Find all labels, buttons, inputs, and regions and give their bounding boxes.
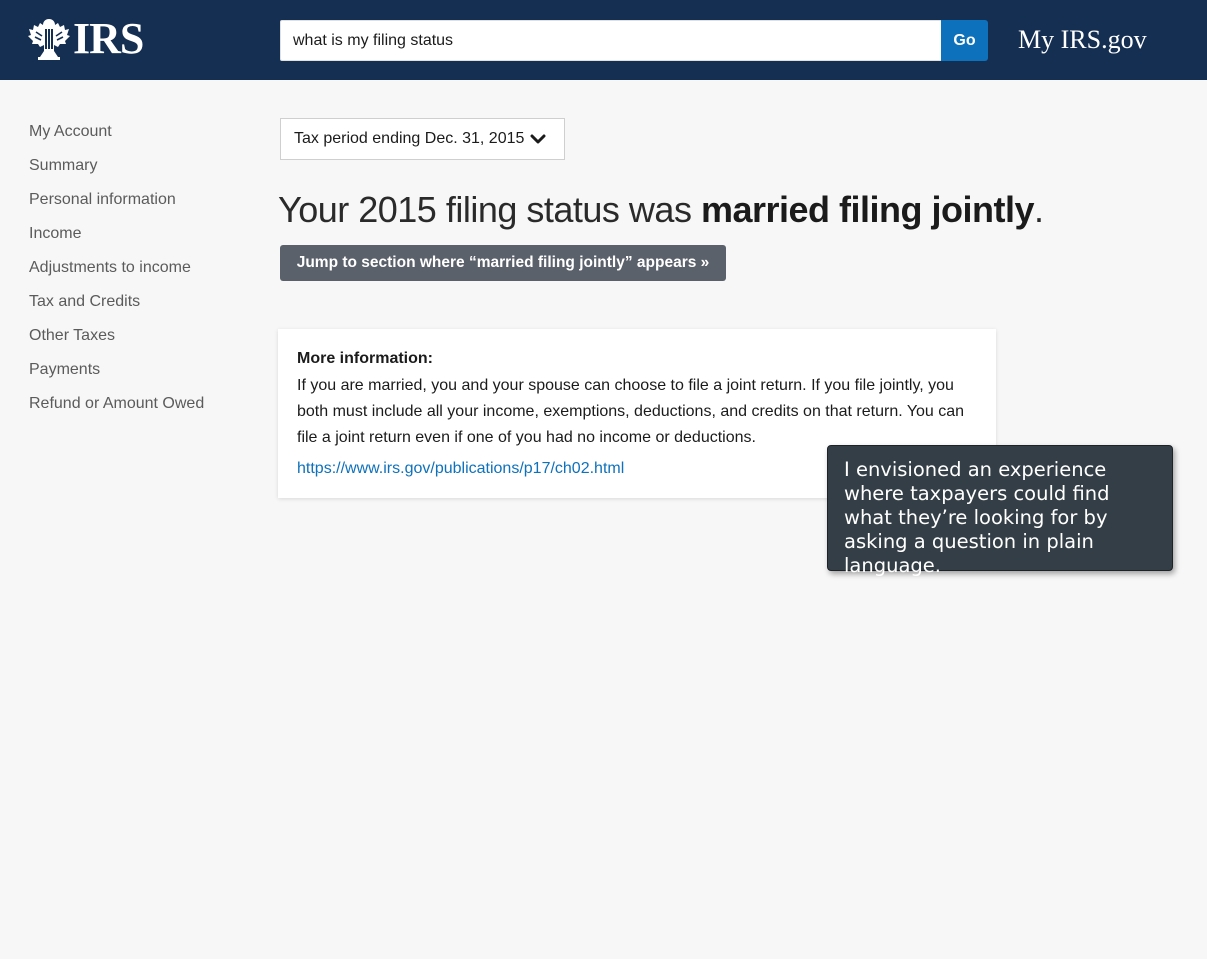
- info-body: If you are married, you and your spouse …: [297, 377, 965, 446]
- jump-to-section-button[interactable]: Jump to section where “married filing jo…: [280, 245, 726, 281]
- site-header: IRS Go My IRS.gov: [0, 0, 1207, 80]
- sidebar-item-summary[interactable]: Summary: [29, 154, 249, 188]
- headline-prefix: Your 2015 filing status was: [278, 189, 701, 230]
- sidebar-item-payments[interactable]: Payments: [29, 358, 249, 392]
- sidebar-item-personal-information[interactable]: Personal information: [29, 188, 249, 222]
- go-button[interactable]: Go: [941, 20, 988, 61]
- sidebar-item-my-account[interactable]: My Account: [29, 120, 249, 154]
- sidebar-item-other-taxes[interactable]: Other Taxes: [29, 324, 249, 358]
- sidebar-item-income[interactable]: Income: [29, 222, 249, 256]
- sidebar-nav: My Account Summary Personal information …: [29, 120, 249, 426]
- irs-logo[interactable]: IRS: [28, 16, 154, 62]
- sidebar-item-tax-and-credits[interactable]: Tax and Credits: [29, 290, 249, 324]
- my-irs-gov-link[interactable]: My IRS.gov: [1018, 24, 1147, 56]
- tax-period-selected-value: Tax period ending Dec. 31, 2015: [294, 130, 525, 147]
- annotation-tooltip: I envisioned an experience where taxpaye…: [827, 445, 1173, 577]
- chevron-down-icon: [530, 133, 546, 145]
- filing-status-value: married filing jointly: [700, 189, 1035, 230]
- irs-logo-text: IRS: [73, 14, 144, 63]
- filing-status-headline: Your 2015 filing status was married fili…: [278, 186, 1078, 234]
- sidebar-item-adjustments-to-income[interactable]: Adjustments to income: [29, 256, 249, 290]
- tax-period-select[interactable]: Tax period ending Dec. 31, 2015: [280, 118, 565, 160]
- sidebar-item-refund-or-amount-owed[interactable]: Refund or Amount Owed: [29, 392, 249, 426]
- headline-suffix: .: [1034, 189, 1044, 230]
- info-title: More information:: [297, 350, 433, 367]
- irs-eagle-icon: [28, 17, 70, 61]
- search-input[interactable]: [280, 20, 941, 61]
